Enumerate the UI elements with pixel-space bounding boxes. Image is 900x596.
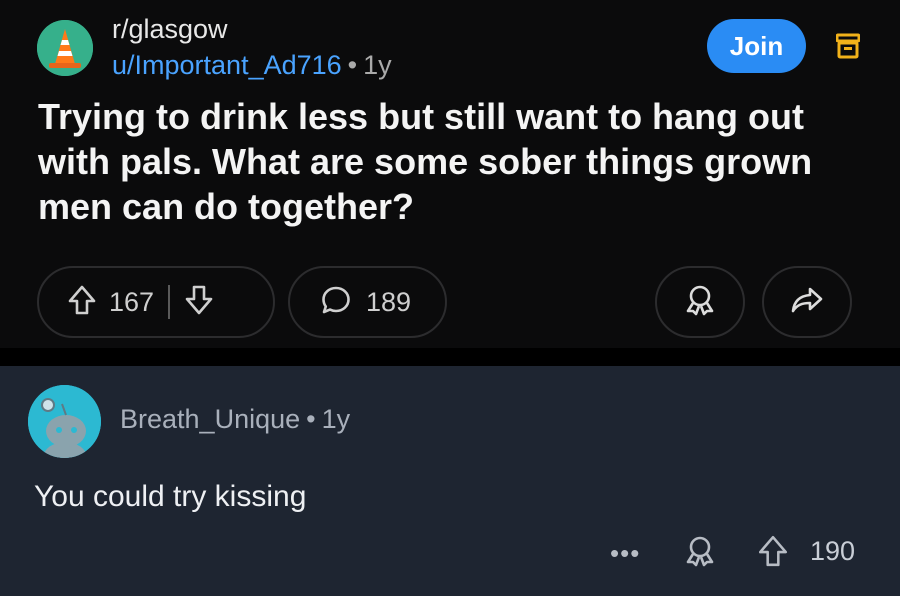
downvote-arrow-icon[interactable] (184, 284, 214, 321)
upvote-arrow-icon[interactable] (67, 284, 97, 321)
post-upvote-count: 167 (109, 286, 155, 317)
more-options-button[interactable]: ••• (610, 538, 640, 569)
award-ribbon-icon (683, 283, 717, 322)
meta-separator: • (306, 404, 316, 434)
meta-separator: • (347, 50, 358, 80)
join-button[interactable]: Join (707, 19, 806, 73)
share-button[interactable] (762, 266, 852, 338)
award-ribbon-icon[interactable] (683, 534, 717, 573)
comment-actions: ••• 190 (0, 532, 900, 572)
comment-card: Breath_Unique • 1y You could try kissing •… (0, 366, 900, 596)
post-card: r/glasgow u/Important_Ad716 • 1y Join Tryi… (0, 0, 900, 348)
traffic-cone-icon (37, 20, 93, 76)
subreddit-avatar[interactable] (37, 20, 93, 76)
archive-icon[interactable] (835, 33, 861, 59)
comment-age: 1y (321, 404, 351, 434)
post-meta: u/Important_Ad716 • 1y (112, 50, 392, 81)
post-author[interactable]: u/Important_Ad716 (112, 50, 342, 80)
vote-bar: 167 (37, 266, 275, 338)
comment-author[interactable]: Breath_Unique (120, 404, 300, 434)
share-arrow-icon (790, 285, 824, 320)
post-age: 1y (363, 50, 392, 80)
snoo-avatar-icon[interactable] (28, 385, 101, 458)
award-button[interactable] (655, 266, 745, 338)
comment-upvote-count: 190 (810, 536, 856, 566)
post-title[interactable]: Trying to drink less but still want to h… (38, 94, 878, 229)
vote-divider (168, 285, 171, 319)
comment-bubble-icon (320, 284, 352, 321)
post-comment-count: 189 (366, 286, 412, 317)
comment-body: You could try kissing (34, 480, 307, 513)
comments-button[interactable]: 189 (288, 266, 447, 338)
comment-meta: Breath_Unique • 1y (120, 404, 350, 435)
section-divider (0, 348, 900, 366)
subreddit-name[interactable]: r/glasgow (112, 14, 228, 45)
upvote-arrow-icon[interactable] (757, 534, 789, 573)
